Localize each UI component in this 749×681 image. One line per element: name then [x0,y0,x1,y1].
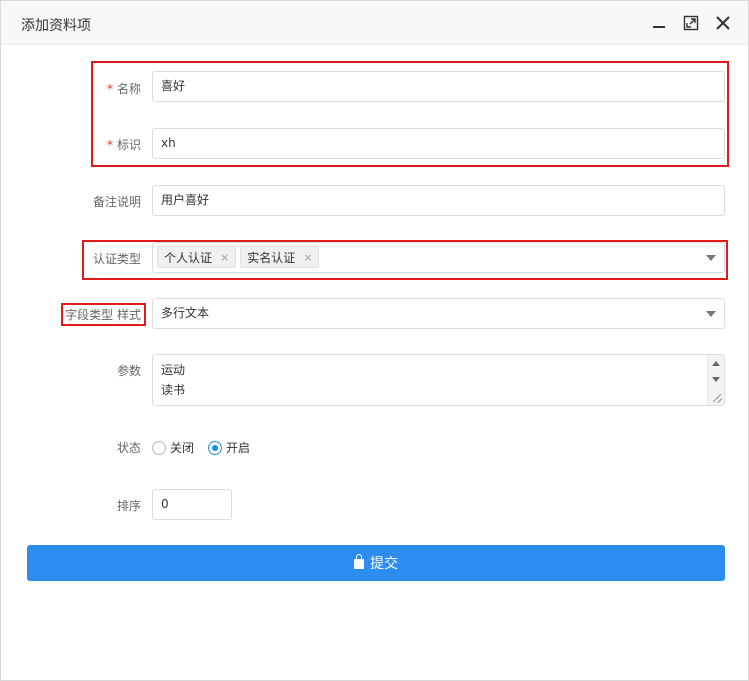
highlight-box-name-identifier [91,61,729,167]
dialog-titlebar: 添加资料项 [1,1,748,45]
highlight-box-field-type-label [61,303,146,326]
resize-handle-icon[interactable] [713,394,722,403]
status-on-radio[interactable] [208,440,223,455]
status-off-label: 关闭 [170,441,195,455]
params-textarea[interactable]: 运动 读书 [152,354,725,406]
submit-label: 提交 [370,556,398,572]
highlight-box-auth-type [82,240,728,280]
close-icon[interactable] [712,12,734,34]
scroll-up-icon[interactable] [712,361,720,366]
scroll-down-icon[interactable] [712,377,720,382]
params-line: 读书 [161,383,186,397]
maximize-icon[interactable] [680,12,702,34]
params-label: 参数 [116,364,141,378]
field-type-select[interactable]: 多行文本 [152,298,725,329]
params-line: 运动 [161,363,186,377]
status-off-radio[interactable] [152,440,166,455]
sort-label: 排序 [116,499,141,513]
chevron-down-icon[interactable] [706,311,716,317]
titlebar-controls [648,12,734,34]
lock-icon [354,554,364,569]
add-profile-item-dialog: 添加资料项 * 名称 喜好 * 标识 xh 备注说明 用户喜好 认证类型 个人认… [0,0,749,681]
sort-field[interactable]: 0 [152,489,232,520]
remark-field[interactable]: 用户喜好 [152,185,725,216]
remark-label: 备注说明 [92,195,141,209]
dialog-title: 添加资料项 [21,18,91,34]
status-label: 状态 [116,441,141,455]
status-on-label: 开启 [226,441,251,455]
submit-button[interactable]: 提交 [27,545,725,581]
minimize-icon[interactable] [648,12,670,34]
status-radio-group: 关闭 开启 [152,439,250,456]
